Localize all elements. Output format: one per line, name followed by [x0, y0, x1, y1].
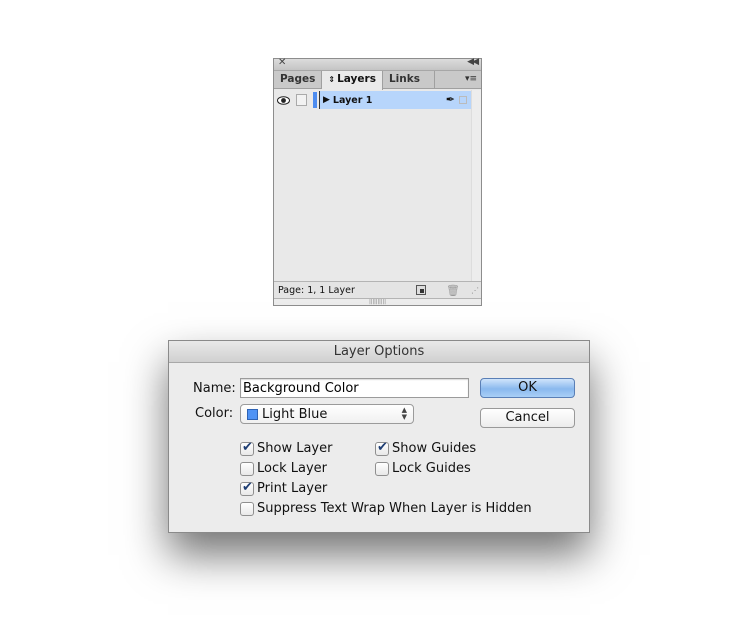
- panel-titlebar[interactable]: ✕ ◀◀: [274, 57, 481, 71]
- show-layer-label: Show Layer: [257, 441, 333, 456]
- close-icon[interactable]: ✕: [278, 57, 286, 68]
- lock-empty-icon: [295, 94, 307, 106]
- print-layer-label: Print Layer: [257, 481, 328, 496]
- show-guides-checkbox[interactable]: Show Guides: [375, 440, 477, 456]
- color-select[interactable]: Light Blue ▲ ▼: [240, 404, 414, 424]
- name-input[interactable]: [240, 378, 469, 398]
- layer-item[interactable]: ▶ Layer 1 ✒: [319, 91, 471, 109]
- layers-list: ▶ Layer 1 ✒: [274, 90, 481, 281]
- tab-links-label: Links: [388, 73, 420, 85]
- panel-footer: Page: 1, 1 Layer 🗑 ⋰: [274, 281, 481, 298]
- layer-row[interactable]: ▶ Layer 1 ✒: [274, 91, 471, 109]
- layer-color-indicator: [313, 92, 317, 108]
- up-down-arrows-icon: ⇕: [328, 75, 336, 84]
- print-layer-checkbox[interactable]: Print Layer: [240, 480, 328, 496]
- checkbox-box[interactable]: [375, 440, 389, 456]
- double-chevron-left-icon[interactable]: ◀◀: [467, 57, 479, 67]
- panel-menu-icon[interactable]: ▾≡: [465, 74, 477, 84]
- new-layer-icon[interactable]: [416, 285, 426, 295]
- panel-resize-handle[interactable]: ||||||||||: [274, 298, 481, 305]
- color-label: Color:: [195, 406, 234, 421]
- lock-guides-label: Lock Guides: [392, 461, 471, 476]
- checkbox-box[interactable]: [240, 501, 254, 516]
- checkbox-box[interactable]: [240, 461, 254, 476]
- ok-button[interactable]: OK: [480, 378, 575, 398]
- layer-status: Page: 1, 1 Layer: [278, 284, 355, 296]
- suppress-text-wrap-checkbox[interactable]: Suppress Text Wrap When Layer is Hidden: [240, 501, 532, 516]
- layers-panel: ✕ ◀◀ Pages ⇕Layers Links ▾≡ ▶ Layer 1 ✒: [273, 57, 482, 306]
- up-down-arrows-icon: ▲ ▼: [401, 406, 407, 421]
- name-label: Name:: [193, 381, 236, 396]
- color-select-value: Light Blue: [262, 406, 328, 422]
- layer-options-dialog: Layer Options Name: Color: Light Blue ▲▼…: [168, 340, 590, 533]
- tab-links[interactable]: Links: [383, 71, 435, 89]
- lock-guides-checkbox[interactable]: Lock Guides: [375, 461, 471, 476]
- show-layer-checkbox[interactable]: Show Layer: [240, 440, 333, 456]
- eye-icon: [276, 95, 290, 105]
- show-guides-label: Show Guides: [392, 441, 477, 456]
- checkbox-box[interactable]: [240, 480, 254, 496]
- suppress-text-wrap-label: Suppress Text Wrap When Layer is Hidden: [257, 501, 532, 516]
- pen-icon: ✒: [445, 93, 455, 106]
- trash-icon[interactable]: 🗑: [446, 284, 460, 297]
- lock-layer-checkbox[interactable]: Lock Layer: [240, 461, 327, 476]
- cancel-button[interactable]: Cancel: [480, 408, 575, 428]
- color-swatch: [247, 408, 258, 420]
- expand-triangle-icon[interactable]: ▶: [323, 95, 330, 105]
- tab-layers-label: Layers: [337, 73, 376, 85]
- resize-grip-icon[interactable]: ⋰: [471, 286, 479, 295]
- visibility-toggle[interactable]: [274, 91, 292, 109]
- scrollbar[interactable]: [471, 90, 481, 281]
- selection-target-icon[interactable]: [459, 96, 467, 104]
- tab-pages[interactable]: Pages: [274, 71, 323, 89]
- lock-layer-label: Lock Layer: [257, 461, 328, 476]
- tab-layers[interactable]: ⇕ Layers: [322, 71, 383, 90]
- lock-toggle[interactable]: [292, 91, 310, 109]
- checkbox-box[interactable]: [375, 461, 389, 476]
- panel-tabs: Pages ⇕ Layers Links ▾≡: [274, 71, 481, 90]
- checkbox-box[interactable]: [240, 440, 254, 456]
- layer-name: Layer 1: [332, 94, 373, 106]
- dialog-title: Layer Options: [169, 341, 589, 363]
- tab-pages-label: Pages: [280, 73, 316, 85]
